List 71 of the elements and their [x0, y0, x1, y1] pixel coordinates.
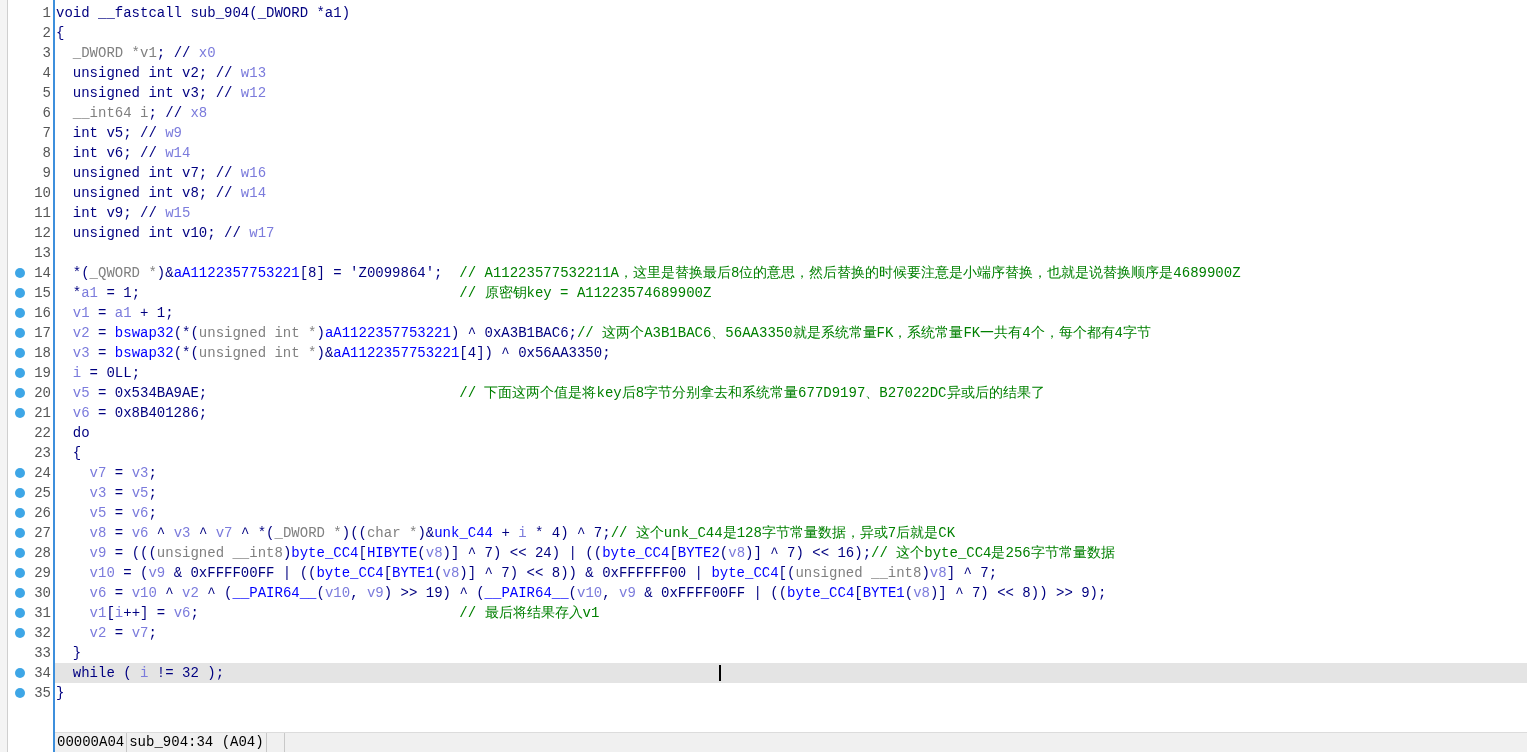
line-number: 29: [34, 563, 51, 583]
code-line: v8 = v6 ^ v3 ^ v7 ^ *(_DWORD *)((char *)&unk_C44 + i * 4) ^ 7;// 这个unk_C44是128字节常量数据，异或7后就是CK: [88, 524, 957, 543]
line-number: 6: [42, 103, 51, 123]
code-line: v10 = (v9 & 0xFFFF00FF | ((byte_CC4[BYTE1(v8)] ^ 7) << 8)) & 0xFFFFFF00 | byte_CC4[(unsigned __int8)v8] ^ 7;: [88, 564, 999, 583]
code-line: i = 0LL;: [71, 364, 142, 383]
line-number: 8: [42, 143, 51, 163]
code-line: v1[i++] = v6; // 最后将结果存入v1: [88, 604, 601, 623]
code-line: int v9; // w15: [71, 204, 192, 223]
code-line: v3 = v5;: [88, 484, 158, 503]
line-number: 34: [34, 663, 51, 683]
code-line: *a1 = 1; // 原密钥key = A11223574689900Z: [71, 284, 713, 303]
code-line: v5 = 0x534BA9AE; // 下面这两个值是将key后8字节分别拿去和系统常量677D9197、B27022DC异或后的结果了: [71, 384, 1046, 403]
code-line: v9 = (((unsigned __int8)byte_CC4[HIBYTE(v8)] ^ 7) << 24) | ((byte_CC4[BYTE2(v8)] ^ 7) << 16);// 这个byte_CC4是256字节常量数据: [88, 544, 1116, 563]
code-line: }: [71, 644, 83, 663]
line-number: 13: [34, 243, 51, 263]
line-number: 20: [34, 383, 51, 403]
code-line: __int64 i; // x8: [71, 104, 209, 123]
line-number: 25: [34, 483, 51, 503]
code-line: int v6; // w14: [71, 144, 192, 163]
code-line: unsigned int v7; // w16: [71, 164, 268, 183]
line-number: 2: [42, 23, 51, 43]
line-number: 32: [34, 623, 51, 643]
code-line: _DWORD *v1; // x0: [71, 44, 217, 63]
code-line: v6 = v10 ^ v2 ^ (__PAIR64__(v10, v9) >> 19) ^ (__PAIR64__(v10, v9 & 0xFFFF00FF | ((byte_CC4[BYTE1(v8)] ^ 7) << 8)) >> 9);: [88, 584, 1108, 603]
code-line: v6 = 0x8B401286;: [71, 404, 209, 423]
line-number: 12: [34, 223, 51, 243]
code-line: do: [71, 424, 91, 443]
address-field: 00000A04: [55, 733, 128, 752]
line-number: 3: [42, 43, 51, 63]
line-number: 4: [42, 63, 51, 83]
line-number: 27: [34, 523, 51, 543]
line-number: 21: [34, 403, 51, 423]
line-number: 22: [34, 423, 51, 443]
code-line: void __fastcall sub_904(_DWORD *a1): [55, 4, 352, 23]
code-line: v7 = v3;: [88, 464, 158, 483]
line-number: 33: [34, 643, 51, 663]
line-number: 23: [34, 443, 51, 463]
line-number: 31: [34, 603, 51, 623]
code-line: unsigned int v3; // w12: [71, 84, 268, 103]
line-number: 16: [34, 303, 51, 323]
line-number: 19: [34, 363, 51, 383]
code-line: v5 = v6;: [88, 504, 158, 523]
code-line: unsigned int v10; // w17: [71, 224, 276, 243]
code-line: int v5; // w9: [71, 124, 184, 143]
line-number: 5: [42, 83, 51, 103]
code-line: v3 = bswap32(*(unsigned int *)&aA1122357753221[4]) ^ 0x56AA3350;: [71, 344, 612, 363]
line-number: 24: [34, 463, 51, 483]
line-number: 26: [34, 503, 51, 523]
location-field: sub_904:34 (A04): [127, 733, 267, 752]
code-line: v2 = bswap32(*(unsigned int *)aA1122357753221) ^ 0xA3B1BAC6;// 这两个A3B1BAC6、56AA3350就是系统常量FK，系统常量FK一共有4个，每个都有4字节: [71, 324, 1152, 343]
line-number: 11: [34, 203, 51, 223]
code-line: unsigned int v2; // w13: [71, 64, 268, 83]
line-number: 7: [42, 123, 51, 143]
code-line: v1 = a1 + 1;: [71, 304, 175, 323]
line-number: 14: [34, 263, 51, 283]
line-number: 15: [34, 283, 51, 303]
line-number: 18: [34, 343, 51, 363]
line-number: 9: [42, 163, 51, 183]
code-line: *(_QWORD *)&aA1122357753221[8] = 'Z0099864'; // A11223577532211A，这里是替换最后8位的意思，然后替换的时候要注意是小端序替换，也就是说替换顺序是4689900Z: [71, 264, 1242, 283]
text-cursor: [718, 665, 721, 681]
line-number: 17: [34, 323, 51, 343]
line-number: 10: [34, 183, 51, 203]
line-number: 35: [34, 683, 51, 703]
line-number: 28: [34, 543, 51, 563]
code-line: unsigned int v8; // w14: [71, 184, 268, 203]
line-number: 1: [42, 3, 51, 23]
code-line: {: [71, 444, 83, 463]
code-line: }: [55, 684, 66, 703]
code-line: v2 = v7;: [88, 624, 158, 643]
code-line: {: [55, 24, 66, 43]
line-number: 30: [34, 583, 51, 603]
